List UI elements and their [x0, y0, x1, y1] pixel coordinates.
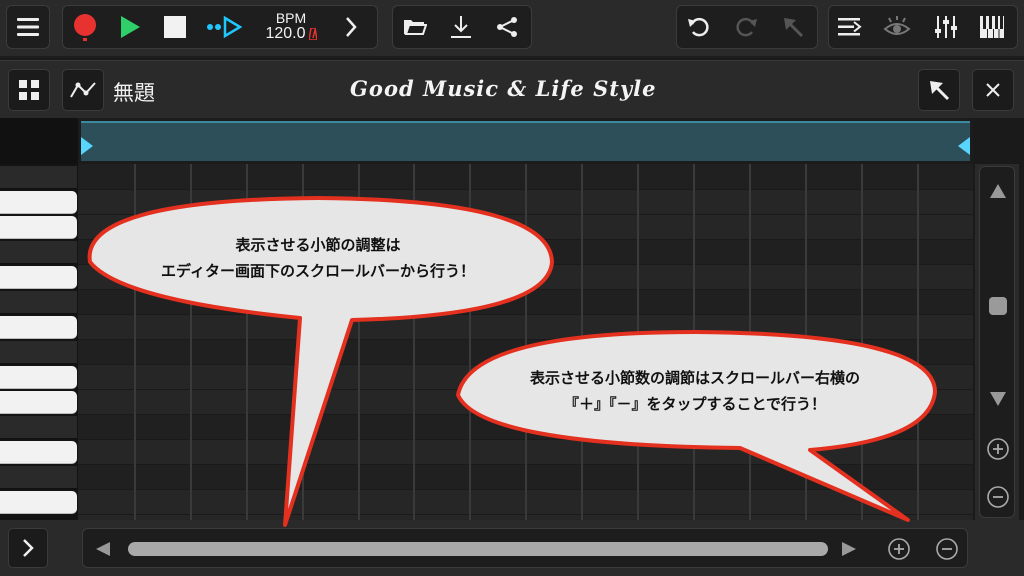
callout-right-line1: 表示させる小節数の調節はスクロールバー右横の — [530, 369, 860, 387]
callout-right: 表示させる小節数の調節はスクロールバー右横の 『＋』『－』をタップすることで行う… — [456, 330, 937, 522]
callout-left-line2: エディター画面下のスクロールバーから行う！ — [161, 262, 475, 280]
callout-right-line2: 『＋』『－』をタップすることで行う！ — [564, 395, 826, 413]
callout-left: 表示させる小節の調整は エディター画面下のスクロールバーから行う！ — [87, 196, 554, 527]
annotation-overlay: 表示させる小節の調整は エディター画面下のスクロールバーから行う！ 表示させる小… — [87, 196, 937, 527]
callout-left-line1: 表示させる小節の調整は — [235, 236, 400, 254]
